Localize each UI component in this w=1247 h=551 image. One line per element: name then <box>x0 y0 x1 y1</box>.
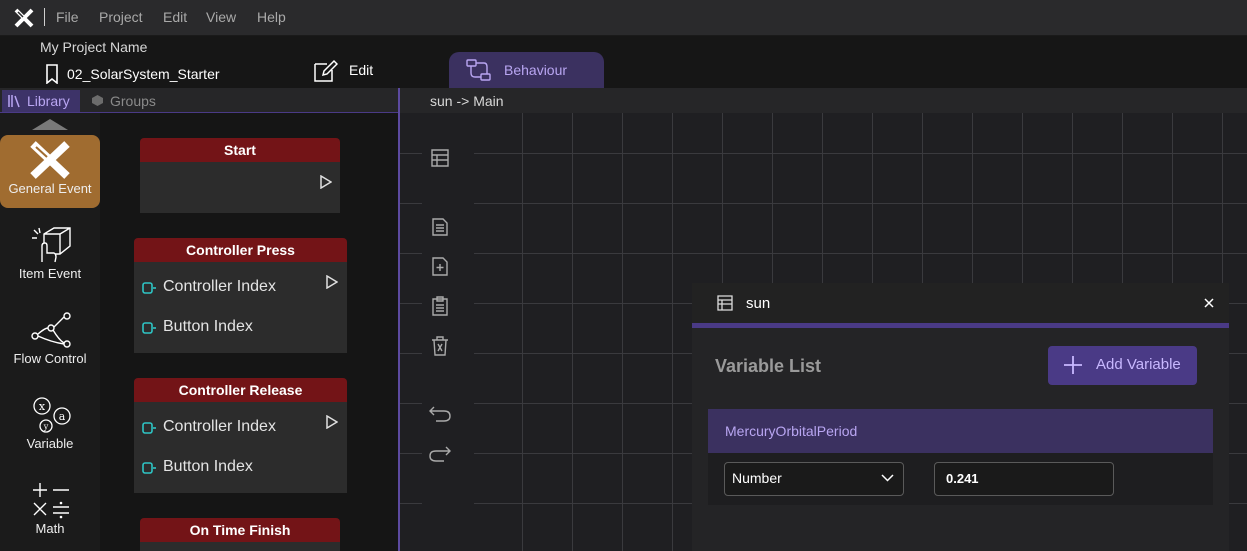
edit-mode-label[interactable]: Edit <box>349 62 373 78</box>
port-label: Controller Index <box>163 418 276 435</box>
node-controller-release[interactable]: Controller Release Controller Index Butt… <box>134 378 347 493</box>
port-label: Button Index <box>163 458 253 475</box>
variable-type-value[interactable]: Number <box>732 470 782 486</box>
port-input-icon[interactable] <box>142 462 156 474</box>
svg-text:y: y <box>43 422 49 431</box>
exec-out-icon[interactable] <box>326 275 338 289</box>
general-event-icon <box>30 141 70 179</box>
node-title: Controller Press <box>134 238 347 262</box>
bookmark-icon <box>45 64 59 84</box>
tab-behaviour-label[interactable]: Behaviour <box>504 62 567 78</box>
canvas-toolbar <box>422 113 474 551</box>
dialog-title: sun <box>746 295 771 312</box>
node-start[interactable]: Start <box>140 138 340 213</box>
category-item-event-label[interactable]: Item Event <box>0 266 100 281</box>
undo-icon[interactable] <box>428 404 452 424</box>
item-event-icon <box>30 226 72 264</box>
behaviour-flow-icon <box>466 59 492 81</box>
exec-out-icon[interactable] <box>320 175 332 189</box>
panel-divider[interactable] <box>398 88 400 551</box>
variables-panel-icon[interactable] <box>429 147 451 169</box>
add-variable-label[interactable]: Add Variable <box>1096 356 1181 373</box>
svg-text:x: x <box>39 400 46 413</box>
port-input-icon[interactable] <box>142 322 156 334</box>
tab-groups-label[interactable]: Groups <box>110 93 156 109</box>
menu-file[interactable]: File <box>56 9 79 25</box>
category-math-label[interactable]: Math <box>0 521 100 536</box>
app-logo-icon <box>14 8 34 28</box>
port-input-icon[interactable] <box>142 422 156 434</box>
breadcrumb: sun -> Main <box>430 93 504 109</box>
edit-mode-icon[interactable] <box>312 58 338 84</box>
duplicate-icon[interactable] <box>430 255 450 277</box>
plus-icon <box>1063 355 1083 375</box>
menu-help[interactable]: Help <box>257 9 286 25</box>
menu-divider <box>44 8 45 26</box>
delete-icon[interactable] <box>430 335 450 357</box>
svg-text:a: a <box>59 410 66 423</box>
category-general-event-label[interactable]: General Event <box>0 181 100 196</box>
variable-icon: xa y <box>30 396 72 434</box>
exec-out-icon[interactable] <box>326 415 338 429</box>
variable-value[interactable]: 0.241 <box>946 471 979 486</box>
math-icon <box>31 481 71 519</box>
node-title: Start <box>140 138 340 162</box>
scroll-up-icon[interactable] <box>32 118 68 130</box>
port-label: Button Index <box>163 318 253 335</box>
category-variable-label[interactable]: Variable <box>0 436 100 451</box>
copy-icon[interactable] <box>430 215 450 237</box>
canvas-header <box>400 88 1247 113</box>
variable-list-heading: Variable List <box>715 356 822 376</box>
groups-icon <box>91 94 104 107</box>
port-input-icon[interactable] <box>142 282 156 294</box>
variables-table-icon <box>716 294 734 312</box>
library-icon <box>7 93 23 109</box>
file-name[interactable]: 02_SolarSystem_Starter <box>67 66 220 82</box>
chevron-down-icon[interactable] <box>881 474 894 482</box>
dialog-header <box>692 283 1229 323</box>
menu-project[interactable]: Project <box>99 9 143 25</box>
variable-name[interactable]: MercuryOrbitalPeriod <box>725 423 857 439</box>
node-title: Controller Release <box>134 378 347 402</box>
redo-icon[interactable] <box>428 444 452 464</box>
dialog-accent-bar <box>692 323 1229 328</box>
tab-library-label[interactable]: Library <box>27 93 70 109</box>
node-on-time-finish[interactable]: On Time Finish <box>140 518 340 551</box>
menu-edit[interactable]: Edit <box>163 9 187 25</box>
flow-control-icon <box>31 312 71 348</box>
node-title: On Time Finish <box>140 518 340 542</box>
menu-view[interactable]: View <box>206 9 236 25</box>
close-icon[interactable] <box>1203 297 1215 309</box>
paste-icon[interactable] <box>430 295 450 317</box>
menu-bar: File Project Edit View Help <box>0 0 1247 36</box>
project-name: My Project Name <box>40 39 148 55</box>
node-controller-press[interactable]: Controller Press Controller Index Button… <box>134 238 347 353</box>
port-label: Controller Index <box>163 278 276 295</box>
category-flow-control-label[interactable]: Flow Control <box>0 351 100 366</box>
